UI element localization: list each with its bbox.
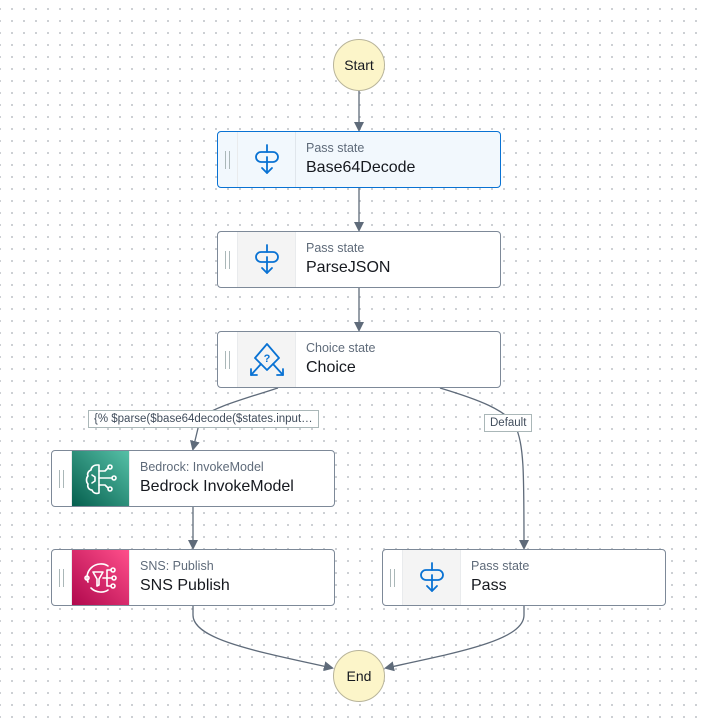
pass-state-icon [238, 232, 296, 287]
state-type: Choice state [306, 341, 376, 355]
pass-state-icon [238, 132, 296, 187]
pass-state-icon [403, 550, 461, 605]
drag-handle[interactable] [52, 550, 72, 605]
state-name: SNS Publish [140, 577, 230, 594]
state-type: SNS: Publish [140, 559, 214, 573]
end-node[interactable]: End [333, 650, 385, 702]
state-name: Pass [471, 577, 507, 594]
drag-handle[interactable] [52, 451, 72, 506]
choice-state-icon: ? [238, 332, 296, 387]
drag-handle[interactable] [218, 232, 238, 287]
state-name: Bedrock InvokeModel [140, 478, 294, 495]
svg-text:?: ? [263, 353, 270, 365]
edge-pass-end [384, 606, 525, 672]
edge-label-default[interactable]: Default [484, 414, 533, 432]
state-type: Pass state [306, 141, 365, 155]
end-label: End [346, 668, 372, 684]
drag-handle[interactable] [383, 550, 403, 605]
state-base64decode[interactable]: Pass state Base64Decode [217, 131, 501, 188]
state-sns[interactable]: SNS: Publish SNS Publish [51, 549, 335, 606]
state-name: Base64Decode [306, 159, 416, 176]
state-name: Choice [306, 359, 356, 376]
drag-handle[interactable] [218, 132, 238, 187]
edge-sns-end [192, 606, 334, 672]
state-type: Pass state [306, 241, 365, 255]
state-choice[interactable]: ? Choice state Choice [217, 331, 501, 388]
start-label: Start [344, 57, 374, 73]
drag-handle[interactable] [218, 332, 238, 387]
start-node[interactable]: Start [333, 39, 385, 91]
state-name: ParseJSON [306, 259, 391, 276]
edge-label-condition[interactable]: {% $parse($base64decode($states.input… [88, 410, 319, 428]
state-type: Bedrock: InvokeModel [140, 460, 264, 474]
state-pass[interactable]: Pass state Pass [382, 549, 666, 606]
bedrock-icon [72, 451, 130, 506]
state-bedrock[interactable]: Bedrock: InvokeModel Bedrock InvokeModel [51, 450, 335, 507]
state-parsejson[interactable]: Pass state ParseJSON [217, 231, 501, 288]
state-type: Pass state [471, 559, 530, 573]
edge-choice-pass [439, 387, 529, 550]
sns-icon [72, 550, 130, 605]
